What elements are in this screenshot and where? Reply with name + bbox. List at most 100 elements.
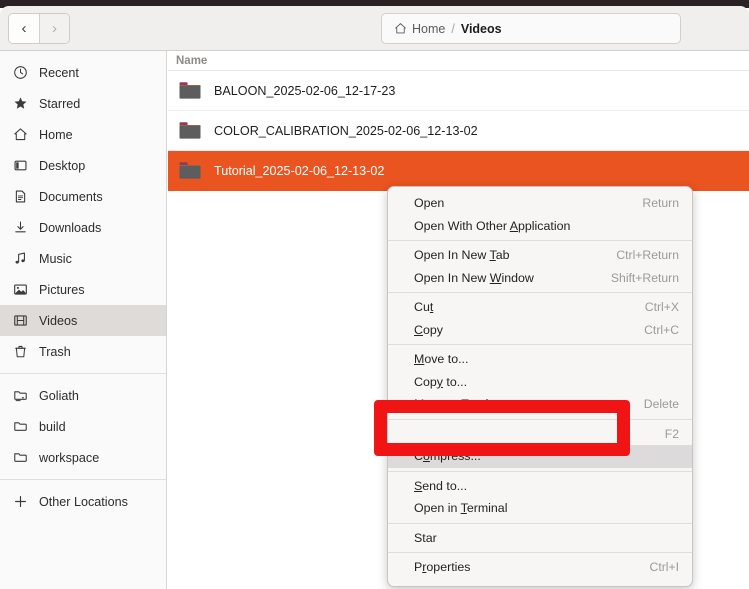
sidebar-item-label: Home [39,127,73,142]
column-header-row: Name [168,51,749,71]
file-name-label: Tutorial_2025-02-06_12-13-02 [214,163,385,178]
menu-item-shortcut: Return [642,196,679,211]
sidebar-item-trash[interactable]: Trash [0,336,166,367]
menu-item-compress[interactable]: Compress... [388,445,692,468]
menu-divider [388,470,692,472]
menu-item-copy[interactable]: Copy Ctrl+C [388,319,692,342]
column-header-name[interactable]: Name [176,55,207,67]
sidebar-divider [0,479,166,480]
folder-icon [178,160,202,181]
folder-icon [12,450,28,466]
remote-folder-icon [12,388,28,404]
menu-item-label: Open With Other Application [414,218,571,233]
file-row[interactable]: BALOON_2025-02-06_12-17-23 [168,71,749,111]
sidebar-item-label: build [39,419,66,434]
file-row[interactable]: COLOR_CALIBRATION_2025-02-06_12-13-02 [168,111,749,151]
menu-item-cut[interactable]: Cut Ctrl+X [388,296,692,319]
desktop-icon [12,158,28,174]
trash-icon [12,344,28,360]
plus-icon [12,494,28,510]
menu-item-shortcut: F2 [664,426,679,441]
menu-item-open-in-terminal[interactable]: Open in Terminal [388,497,692,520]
file-row[interactable]: Tutorial_2025-02-06_12-13-02 [168,151,749,191]
sidebar-item-label: Recent [39,65,79,80]
menu-item-open-in-new-window[interactable]: Open In New Window Shift+Return [388,267,692,290]
document-icon [12,189,28,205]
sidebar-item-other-locations[interactable]: Other Locations [0,486,166,517]
sidebar-item-music[interactable]: Music [0,243,166,274]
menu-item-move-to-trash[interactable]: Move to Trash Delete [388,393,692,416]
menu-item-open[interactable]: Open Return [388,192,692,215]
menu-divider [388,552,692,553]
menu-item-copy-to[interactable]: Copy to... [388,371,692,394]
sidebar-item-documents[interactable]: Documents [0,181,166,212]
breadcrumb-separator: / [451,21,455,36]
menu-item-open-in-new-tab[interactable]: Open In New Tab Ctrl+Return [388,244,692,267]
menu-item-label: Cut [414,300,434,315]
folder-icon [12,419,28,435]
menu-item-hidden-item[interactable]: F2 [388,423,692,446]
menu-item-shortcut: Ctrl+I [649,560,679,575]
menu-item-open-with-other-application[interactable]: Open With Other Application [388,215,692,238]
star-icon [12,96,28,112]
menu-item-properties[interactable]: Properties Ctrl+I [388,556,692,579]
menu-item-label: Star [414,530,437,545]
sidebar-item-starred[interactable]: Starred [0,88,166,119]
breadcrumb-home-label: Home [412,21,446,36]
menu-divider [388,344,692,345]
sidebar-item-workspace[interactable]: workspace [0,442,166,473]
menu-item-label: Copy to... [414,374,468,389]
home-icon [12,127,28,143]
chevron-right-icon: › [52,20,57,37]
menu-item-shortcut: Shift+Return [610,270,679,285]
breadcrumb: Home / Videos [381,13,681,44]
menu-item-star[interactable]: Star [388,527,692,550]
sidebar-item-label: Videos [39,313,78,328]
menu-item-label: Open In New Tab [414,248,510,263]
menu-item-move-to[interactable]: Move to... [388,348,692,371]
file-name-label: BALOON_2025-02-06_12-17-23 [214,83,396,98]
sidebar-item-label: Music [39,251,72,266]
sidebar-item-label: Documents [39,189,103,204]
menu-item-shortcut: Ctrl+Return [616,248,679,263]
sidebar-item-label: Other Locations [39,494,128,509]
sidebar-item-pictures[interactable]: Pictures [0,274,166,305]
sidebar-item-goliath[interactable]: Goliath [0,380,166,411]
header-bar: ‹ › Home / Videos [0,6,749,51]
navigation-buttons: ‹ › [8,13,70,44]
film-icon [12,313,28,329]
file-rows: BALOON_2025-02-06_12-17-23 COLOR_CALIBRAT… [168,71,749,191]
menu-item-shortcut: Delete [643,397,679,412]
menu-item-shortcut: Ctrl+X [644,300,679,315]
folder-icon [178,80,202,101]
sidebar-item-build[interactable]: build [0,411,166,442]
sidebar-item-home[interactable]: Home [0,119,166,150]
sidebar-item-videos[interactable]: Videos [0,305,166,336]
menu-divider [388,418,692,420]
menu-item-label: Move to... [414,352,469,367]
sidebar-item-recent[interactable]: Recent [0,57,166,88]
forward-button[interactable]: › [39,14,69,43]
menu-divider [388,240,692,241]
sidebar-item-label: Trash [39,344,71,359]
breadcrumb-item-home[interactable]: Home [394,22,445,36]
file-name-label: COLOR_CALIBRATION_2025-02-06_12-13-02 [214,123,478,138]
back-button[interactable]: ‹ [9,14,39,43]
sidebar-item-label: Desktop [39,158,86,173]
sidebar-item-desktop[interactable]: Desktop [0,150,166,181]
breadcrumb-item-current[interactable]: Videos [461,22,502,36]
menu-item-label: Compress... [414,449,481,464]
menu-item-label: Send to... [414,478,468,493]
sidebar-item-downloads[interactable]: Downloads [0,212,166,243]
menu-item-label: Copy [414,322,443,337]
home-icon [394,22,407,35]
music-note-icon [12,251,28,267]
menu-item-label: Open [414,196,445,211]
folder-icon [178,120,202,141]
menu-item-shortcut: Ctrl+C [644,322,679,337]
menu-item-send-to[interactable]: Send to... [388,475,692,498]
sidebar-item-label: Downloads [39,220,102,235]
sidebar-item-label: workspace [39,450,100,465]
chevron-left-icon: ‹ [21,20,27,37]
menu-item-label: Open In New Window [414,270,534,285]
